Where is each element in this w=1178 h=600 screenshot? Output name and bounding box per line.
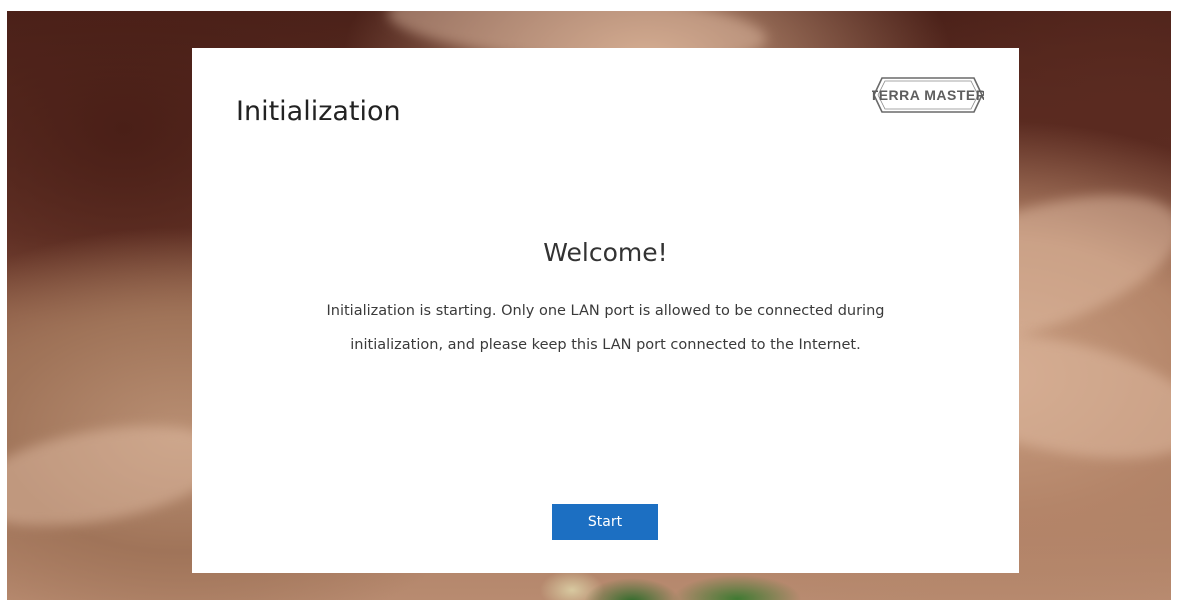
terramaster-logo: TERRA MASTER [872, 75, 984, 115]
message-line: initialization, and please keep this LAN… [350, 337, 861, 353]
message-line: Initialization is starting. Only one LAN… [326, 303, 885, 319]
dialog-title: Initialization [236, 96, 401, 127]
initialization-dialog: Initialization TERRA MASTER Welcome! Ini… [192, 48, 1019, 573]
welcome-message: Initialization is starting. Only one LAN… [232, 294, 979, 362]
start-button[interactable]: Start [552, 504, 658, 540]
logo-text: TERRA MASTER [872, 87, 984, 103]
welcome-heading: Welcome! [543, 238, 668, 267]
terramaster-logo-icon: TERRA MASTER [872, 77, 984, 113]
